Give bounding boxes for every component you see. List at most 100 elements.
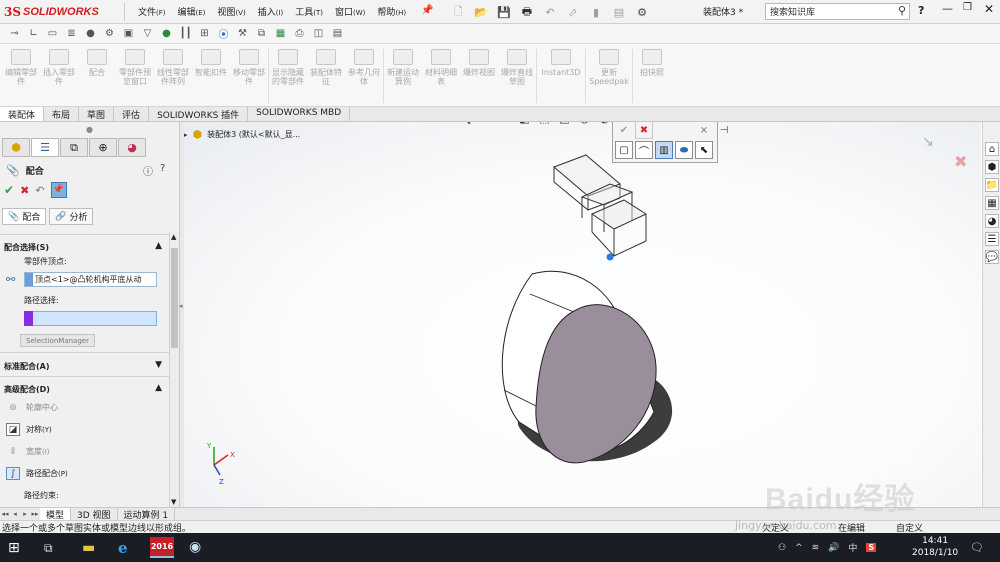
graphics-viewport[interactable]: ▸ ⬢ 装配体3 (默认<默认_显... Y X Z ✔ ✖ ⨯ ⊣ ▢ ⌒ ▥… <box>184 122 981 507</box>
cmd-reference-geometry[interactable]: 参考几何体 <box>345 45 383 105</box>
select-icon[interactable]: ⬀ <box>563 3 583 21</box>
solidworks-taskbar-icon[interactable]: 2016 <box>150 537 174 558</box>
next-tab-icon[interactable]: ▸ <box>20 510 30 518</box>
ok-button[interactable]: ✔ <box>4 183 14 197</box>
property-manager-tab-icon[interactable]: ☰ <box>31 138 59 157</box>
file-properties-icon[interactable]: ▤ <box>609 3 629 21</box>
symmetric-option[interactable]: ◪ 对称(Y) <box>6 423 52 436</box>
tab-analysis[interactable]: 🔗 分析 <box>49 208 94 225</box>
hide-show-icon[interactable]: ◉ <box>576 122 593 127</box>
accept-icon[interactable]: ✔ <box>615 122 633 139</box>
volume-icon[interactable]: 🔊 <box>828 543 839 553</box>
dimxpert-tab-icon[interactable]: ⊕ <box>89 138 117 157</box>
ime-indicator[interactable]: 中 <box>848 541 857 554</box>
design-library-icon[interactable]: ⬢ <box>985 160 999 174</box>
zoom-fit-icon[interactable]: 🔍 <box>456 122 473 127</box>
view-palette-icon[interactable]: ▦ <box>985 196 999 210</box>
chevron-down-icon[interactable]: ▼ <box>155 360 162 370</box>
cmd-preview-window[interactable]: 零部件预览窗口 <box>116 45 154 105</box>
tab-sketch[interactable]: 草图 <box>79 107 115 121</box>
cmd-explode-line[interactable]: 爆炸直线草图 <box>498 45 536 105</box>
tab-evaluate[interactable]: 评估 <box>114 107 150 121</box>
task-view-icon[interactable]: ⧉ <box>44 541 53 556</box>
cmd-instant3d[interactable]: Instant3D <box>537 45 585 105</box>
help-icon[interactable]: ? <box>918 4 924 17</box>
tab-model[interactable]: 模型 <box>40 507 72 521</box>
tray-app-icon[interactable]: S <box>866 543 877 552</box>
file-explorer-icon[interactable]: 📁 <box>985 178 999 192</box>
cmd-smart-fastener[interactable]: 智能扣件 <box>192 45 230 105</box>
cmd-snapshot[interactable]: 拍快照 <box>633 45 671 105</box>
edge-browser-icon[interactable]: e <box>118 539 128 557</box>
close-button[interactable]: ✕ <box>984 2 994 16</box>
feature-manager-tab-icon[interactable]: ⬢ <box>2 138 30 157</box>
search-input[interactable]: 搜索知识库 ⚲ <box>765 3 910 20</box>
ruler-icon[interactable]: ┃┃ <box>177 26 194 42</box>
filter-icon[interactable]: ▽ <box>139 26 156 42</box>
save-icon[interactable]: 💾 <box>494 3 514 21</box>
view-orientation-icon[interactable]: ⬚ <box>536 122 553 127</box>
cancel-corner-icon[interactable]: ✖ <box>954 152 967 171</box>
chevron-up-icon[interactable]: ▲ <box>171 233 176 241</box>
menu-window[interactable]: 窗口(W) <box>329 5 371 18</box>
people-icon[interactable]: ⚇ <box>778 543 786 553</box>
menu-edit[interactable]: 编辑(E) <box>172 5 212 18</box>
link-icon[interactable]: ⊸ <box>6 26 23 42</box>
cancel-button[interactable]: ✖ <box>20 184 29 197</box>
tab-addins[interactable]: SOLIDWORKS 插件 <box>149 107 249 121</box>
cancel-icon[interactable]: ✖ <box>635 122 653 139</box>
chevron-up-icon[interactable]: ▲ <box>155 383 162 393</box>
pin-icon[interactable]: ⊣ <box>715 122 733 139</box>
display-manager-tab-icon[interactable]: ◕ <box>118 138 146 157</box>
select-chain-icon[interactable]: ⌒ <box>635 141 653 159</box>
vertex-selection-field[interactable]: 顶点<1>@凸轮机构平底从动 <box>24 272 157 287</box>
binoculars-icon[interactable]: ⦿ <box>215 26 232 42</box>
print-icon[interactable]: 🖶 <box>517 3 537 21</box>
cmd-mate[interactable]: 配合 <box>78 45 116 105</box>
appearances-icon[interactable]: ◕ <box>985 214 999 228</box>
cmd-move-component[interactable]: 移动零部件 <box>230 45 268 105</box>
tab-mates[interactable]: 📎 配合 <box>2 208 47 225</box>
confirm-corner-icon[interactable]: ↘ <box>922 134 934 150</box>
pushpin-button[interactable]: 📌 <box>50 182 67 198</box>
path-selection-field[interactable] <box>24 311 157 326</box>
splitter-grip-icon[interactable]: ◂ <box>179 302 183 310</box>
standard-mates-header[interactable]: 标准配合(A) ▼ <box>4 360 162 372</box>
layout-icon[interactable]: ◫ <box>310 26 327 42</box>
cube-icon[interactable]: ▣ <box>120 26 137 42</box>
sphere-icon[interactable]: ● <box>82 26 99 42</box>
windows-start-icon[interactable]: ⊞ <box>8 540 20 556</box>
search-icon[interactable]: ⚲ <box>898 4 906 17</box>
select-loop-icon[interactable]: ▢ <box>615 141 633 159</box>
tab-motion-study[interactable]: 运动算例 1 <box>118 507 176 521</box>
open-icon[interactable]: 📂 <box>471 3 491 21</box>
appearance-icon[interactable]: ◐ <box>596 122 613 127</box>
wifi-icon[interactable]: ≋ <box>812 543 820 553</box>
show-hidden-icons-icon[interactable]: ^ <box>795 543 803 553</box>
configuration-manager-tab-icon[interactable]: ⧉ <box>60 138 88 157</box>
cmd-insert-component[interactable]: 插入零部件 <box>40 45 78 105</box>
printer-icon[interactable]: ⎙ <box>291 26 308 42</box>
width-option[interactable]: ⫴ 宽度(I) <box>6 445 49 458</box>
spreadsheet-icon[interactable]: ▦ <box>272 26 289 42</box>
scrollbar-thumb[interactable] <box>171 248 178 348</box>
select-partial-loop-icon[interactable]: ▥ <box>655 141 673 159</box>
notification-icon[interactable]: 🗨 <box>970 541 984 554</box>
advanced-mates-header[interactable]: 高级配合(D) ▲ <box>4 383 162 395</box>
pin-menu-icon[interactable]: 📌 <box>421 5 433 16</box>
cmd-assembly-feature[interactable]: 装配体特征 <box>307 45 345 105</box>
menu-tools[interactable]: 工具(T) <box>289 5 329 18</box>
help-icon[interactable]: ⓘ <box>143 163 153 178</box>
cmd-motion-study[interactable]: 新建运动算例 <box>384 45 422 105</box>
menu-insert[interactable]: 插入(I) <box>252 5 290 18</box>
cmd-speedpak[interactable]: 更新Speedpak <box>586 45 632 105</box>
forum-icon[interactable]: 💬 <box>985 250 999 264</box>
help-icon[interactable]: ? <box>160 163 165 174</box>
cmd-bom[interactable]: 材料明细表 <box>422 45 460 105</box>
menu-file[interactable]: 文件(F) <box>132 5 172 18</box>
mate-selections-header[interactable]: 配合选择(S) ▲ <box>4 241 162 253</box>
scrollbar[interactable]: ▲ ▼ <box>169 232 179 507</box>
model-canvas[interactable]: Y X Z <box>184 122 981 507</box>
zoom-area-icon[interactable]: ⌕ <box>476 122 493 127</box>
chevron-down-icon[interactable]: ▼ <box>171 498 176 506</box>
